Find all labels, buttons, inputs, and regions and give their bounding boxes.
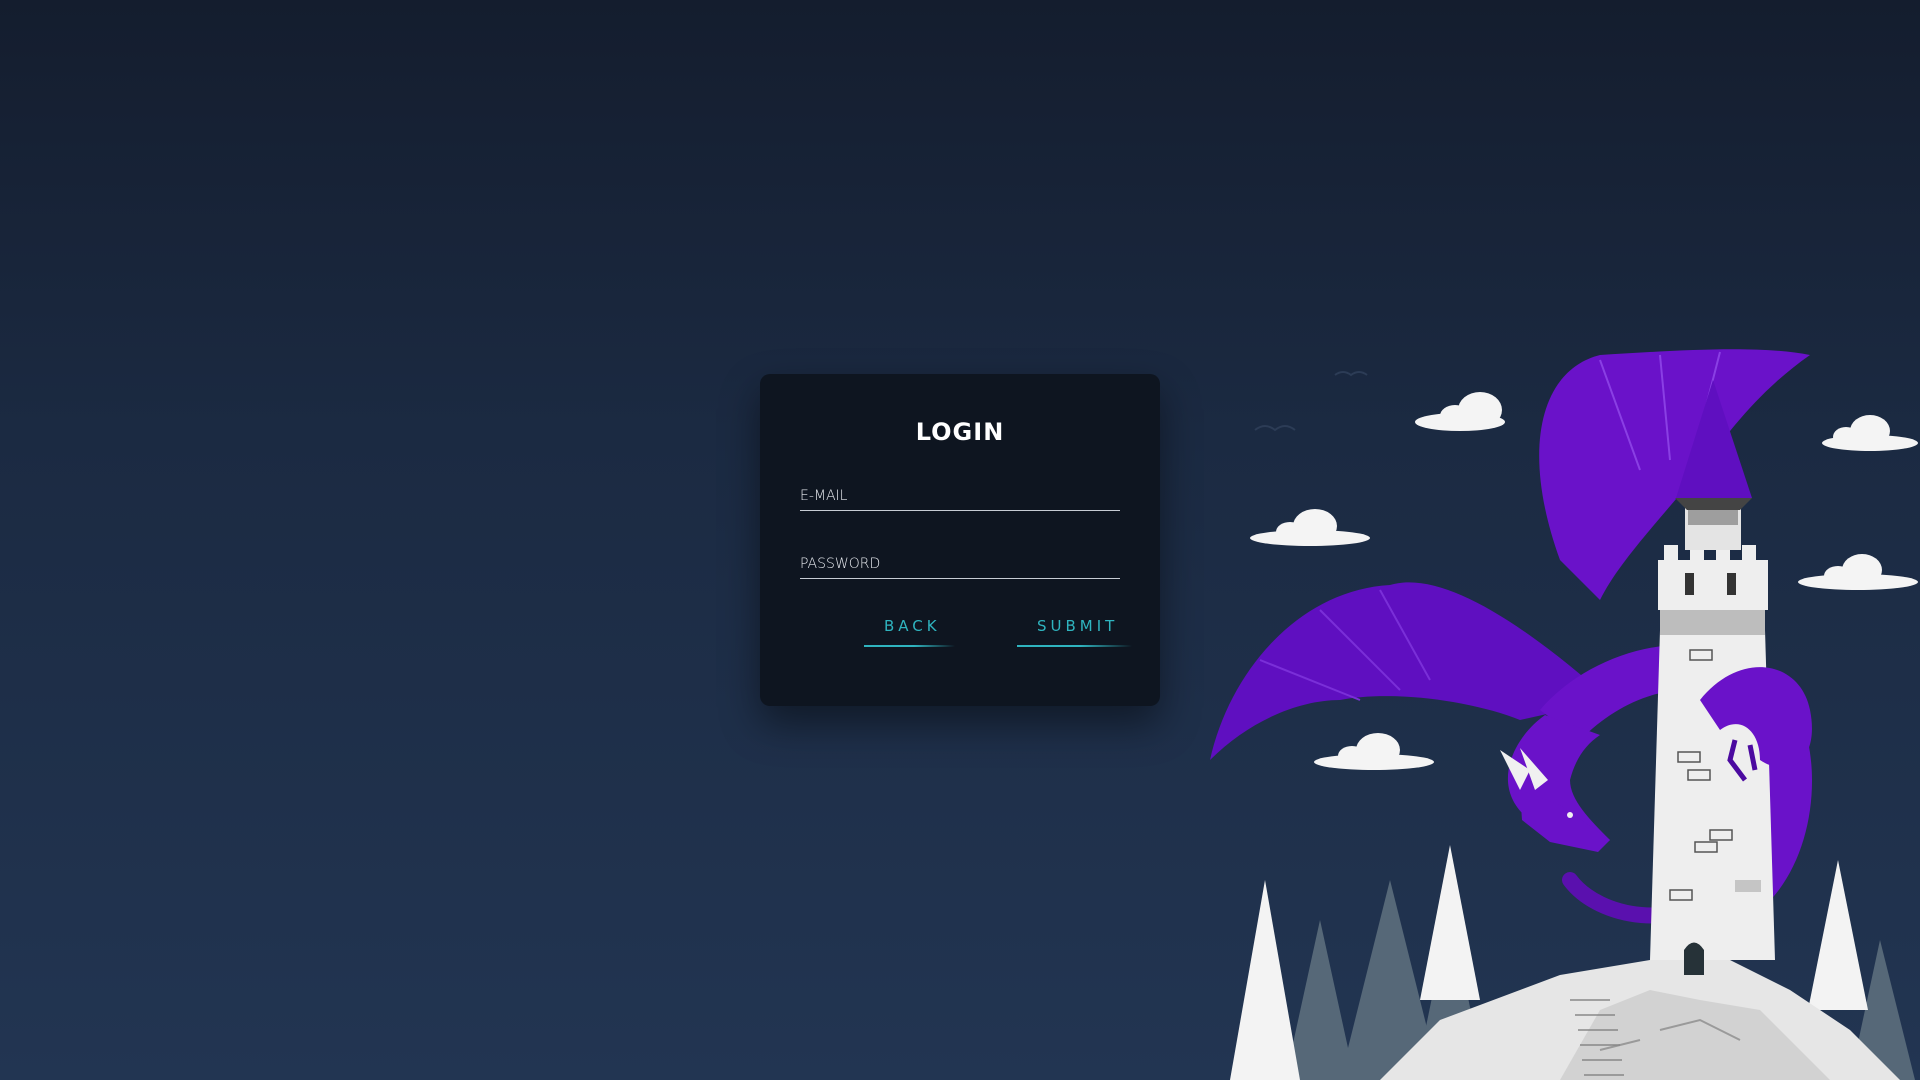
login-title: LOGIN (915, 418, 1005, 446)
login-actions: BACK SUBMIT (800, 617, 1133, 657)
back-button-label: BACK (884, 617, 941, 635)
cloud-icon (1415, 392, 1505, 431)
bird-icon (1254, 425, 1296, 432)
password-field[interactable] (800, 552, 1124, 578)
cloud-icon (1822, 415, 1918, 451)
email-field-wrapper: E-MAIL (800, 484, 1124, 511)
email-field[interactable] (800, 484, 1124, 510)
back-button-underline (864, 645, 955, 647)
cloud-icon (1250, 509, 1370, 546)
login-card: LOGIN E-MAIL PASSWORD BACK SUBMIT (760, 374, 1160, 706)
bird-icon (1334, 371, 1368, 377)
cloud-icon (1314, 733, 1434, 770)
back-button[interactable]: BACK (864, 617, 955, 647)
password-field-wrapper: PASSWORD (800, 552, 1124, 579)
submit-button-underline (1017, 645, 1133, 647)
submit-button-label: SUBMIT (1037, 617, 1119, 635)
cloud-icon (1798, 554, 1918, 590)
submit-button[interactable]: SUBMIT (1017, 617, 1133, 647)
